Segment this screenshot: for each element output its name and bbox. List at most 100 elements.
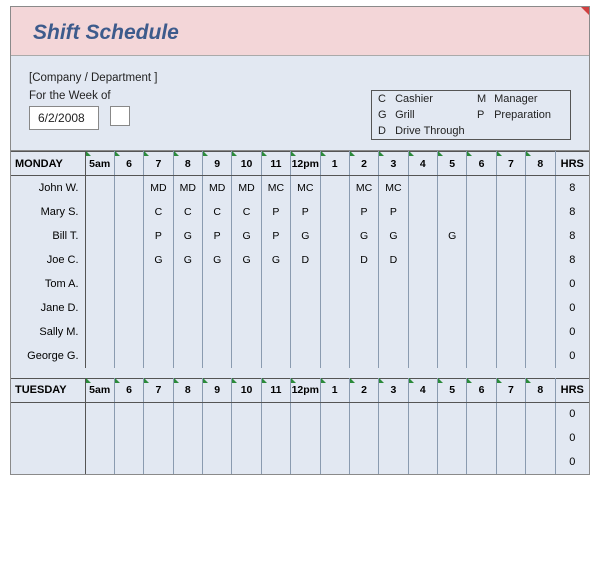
shift-cell[interactable]: G xyxy=(261,248,290,272)
shift-cell[interactable] xyxy=(496,320,525,344)
shift-cell[interactable] xyxy=(173,296,202,320)
shift-cell[interactable] xyxy=(114,200,143,224)
shift-cell[interactable]: G xyxy=(173,248,202,272)
shift-cell[interactable] xyxy=(496,344,525,368)
shift-cell[interactable] xyxy=(438,450,467,474)
shift-cell[interactable]: G xyxy=(232,248,261,272)
shift-cell[interactable]: MC xyxy=(291,176,320,200)
shift-cell[interactable] xyxy=(408,176,437,200)
shift-cell[interactable]: MC xyxy=(261,176,290,200)
shift-cell[interactable] xyxy=(291,272,320,296)
shift-cell[interactable] xyxy=(408,426,437,450)
shift-cell[interactable] xyxy=(526,296,555,320)
shift-cell[interactable] xyxy=(320,224,349,248)
shift-cell[interactable]: MD xyxy=(203,176,232,200)
shift-cell[interactable] xyxy=(232,320,261,344)
shift-cell[interactable] xyxy=(467,248,496,272)
shift-cell[interactable] xyxy=(114,272,143,296)
shift-cell[interactable] xyxy=(408,402,437,426)
shift-cell[interactable] xyxy=(496,402,525,426)
shift-cell[interactable] xyxy=(85,248,114,272)
shift-cell[interactable] xyxy=(408,320,437,344)
shift-cell[interactable] xyxy=(349,296,378,320)
shift-cell[interactable]: P xyxy=(291,200,320,224)
shift-cell[interactable]: MD xyxy=(173,176,202,200)
shift-cell[interactable]: P xyxy=(144,224,173,248)
shift-cell[interactable] xyxy=(349,450,378,474)
shift-cell[interactable] xyxy=(438,426,467,450)
shift-cell[interactable] xyxy=(261,320,290,344)
shift-cell[interactable] xyxy=(496,272,525,296)
shift-cell[interactable] xyxy=(438,296,467,320)
shift-cell[interactable] xyxy=(320,200,349,224)
shift-cell[interactable] xyxy=(144,344,173,368)
shift-cell[interactable] xyxy=(203,296,232,320)
shift-cell[interactable] xyxy=(438,344,467,368)
shift-cell[interactable] xyxy=(526,200,555,224)
shift-cell[interactable] xyxy=(408,200,437,224)
shift-cell[interactable] xyxy=(379,402,408,426)
shift-cell[interactable]: MD xyxy=(144,176,173,200)
shift-cell[interactable] xyxy=(526,224,555,248)
shift-cell[interactable] xyxy=(173,402,202,426)
shift-cell[interactable] xyxy=(526,248,555,272)
shift-cell[interactable]: G xyxy=(173,224,202,248)
shift-cell[interactable] xyxy=(114,402,143,426)
shift-cell[interactable]: D xyxy=(349,248,378,272)
shift-cell[interactable] xyxy=(203,320,232,344)
shift-cell[interactable] xyxy=(320,296,349,320)
shift-cell[interactable]: MC xyxy=(349,176,378,200)
shift-cell[interactable]: P xyxy=(349,200,378,224)
shift-cell[interactable] xyxy=(232,402,261,426)
shift-cell[interactable] xyxy=(526,450,555,474)
shift-cell[interactable] xyxy=(85,402,114,426)
shift-cell[interactable]: D xyxy=(291,248,320,272)
shift-cell[interactable]: G xyxy=(438,224,467,248)
shift-cell[interactable] xyxy=(114,296,143,320)
shift-cell[interactable] xyxy=(320,344,349,368)
shift-cell[interactable] xyxy=(320,402,349,426)
shift-cell[interactable] xyxy=(467,296,496,320)
shift-cell[interactable] xyxy=(144,426,173,450)
shift-cell[interactable] xyxy=(114,426,143,450)
shift-cell[interactable] xyxy=(203,344,232,368)
shift-cell[interactable]: G xyxy=(349,224,378,248)
shift-cell[interactable] xyxy=(467,320,496,344)
shift-cell[interactable] xyxy=(114,176,143,200)
shift-cell[interactable] xyxy=(467,426,496,450)
shift-cell[interactable] xyxy=(408,224,437,248)
shift-cell[interactable] xyxy=(408,344,437,368)
shift-cell[interactable]: D xyxy=(379,248,408,272)
shift-cell[interactable] xyxy=(408,450,437,474)
shift-cell[interactable] xyxy=(496,426,525,450)
shift-cell[interactable] xyxy=(232,426,261,450)
shift-cell[interactable]: C xyxy=(203,200,232,224)
shift-cell[interactable] xyxy=(261,426,290,450)
shift-cell[interactable] xyxy=(85,200,114,224)
shift-cell[interactable] xyxy=(408,296,437,320)
shift-cell[interactable]: G xyxy=(379,224,408,248)
shift-cell[interactable] xyxy=(203,402,232,426)
shift-cell[interactable] xyxy=(408,248,437,272)
shift-cell[interactable] xyxy=(114,248,143,272)
shift-cell[interactable] xyxy=(438,402,467,426)
blank-input[interactable] xyxy=(110,106,130,126)
shift-cell[interactable] xyxy=(144,272,173,296)
shift-cell[interactable] xyxy=(85,272,114,296)
shift-cell[interactable] xyxy=(526,402,555,426)
shift-cell[interactable] xyxy=(114,450,143,474)
shift-cell[interactable]: C xyxy=(144,200,173,224)
shift-cell[interactable] xyxy=(320,248,349,272)
shift-cell[interactable] xyxy=(438,272,467,296)
shift-cell[interactable] xyxy=(467,176,496,200)
shift-cell[interactable] xyxy=(526,272,555,296)
shift-cell[interactable] xyxy=(261,296,290,320)
shift-cell[interactable] xyxy=(349,272,378,296)
shift-cell[interactable] xyxy=(232,344,261,368)
shift-cell[interactable] xyxy=(291,320,320,344)
shift-cell[interactable]: G xyxy=(291,224,320,248)
shift-cell[interactable] xyxy=(261,402,290,426)
shift-cell[interactable] xyxy=(496,200,525,224)
shift-cell[interactable] xyxy=(467,272,496,296)
shift-cell[interactable] xyxy=(379,426,408,450)
